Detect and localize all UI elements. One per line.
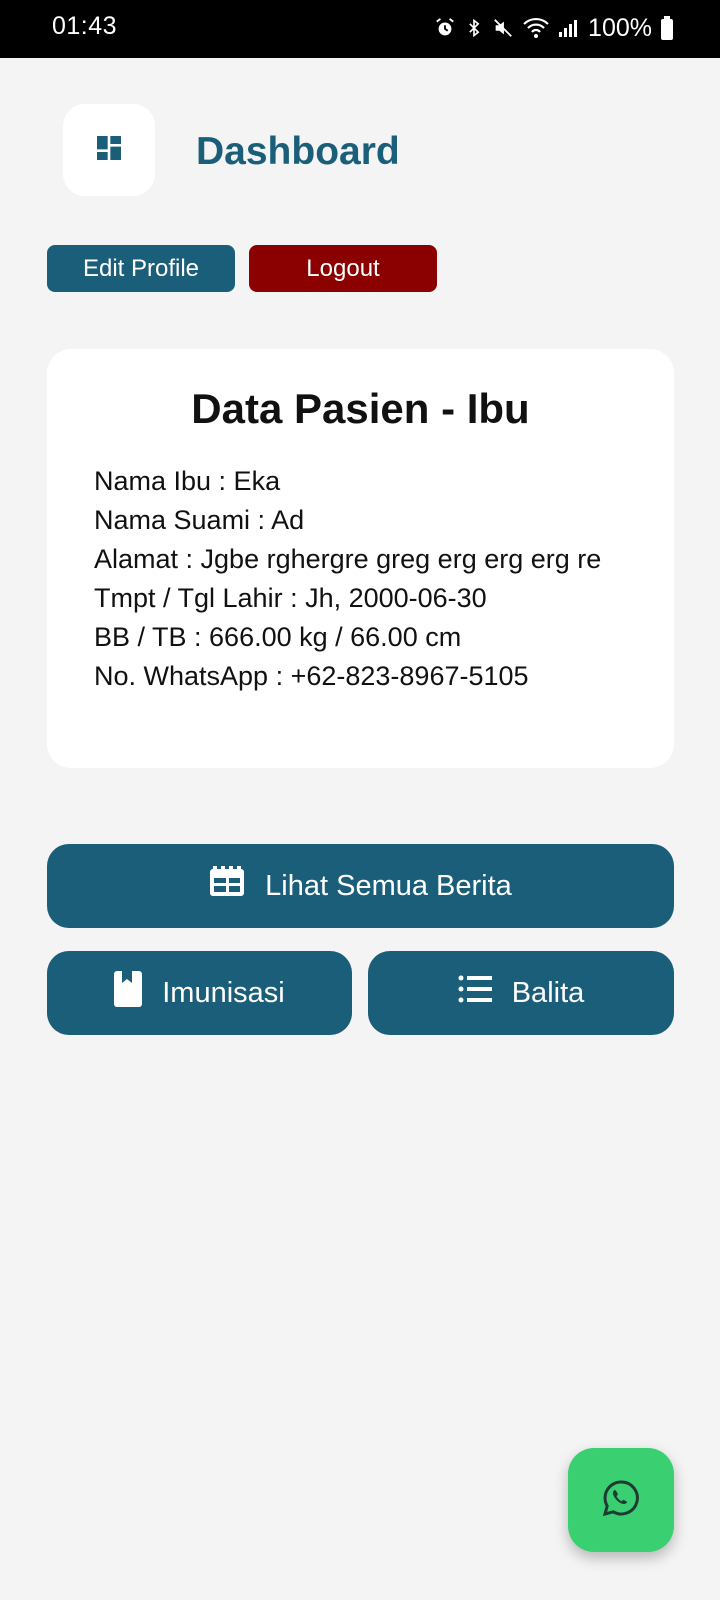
- bookmark-book-icon: [114, 971, 143, 1015]
- dashboard-icon: [93, 132, 125, 169]
- balita-label: Balita: [511, 976, 585, 1009]
- newspaper-icon: [209, 866, 245, 906]
- alarm-icon: [434, 17, 456, 39]
- patient-details: Nama Ibu : Eka Nama Suami : Ad Alamat : …: [94, 464, 614, 698]
- page-title: Dashboard: [196, 130, 400, 173]
- mute-icon: [492, 17, 514, 39]
- bluetooth-icon: [464, 17, 484, 39]
- edit-profile-button[interactable]: Edit Profile: [47, 245, 235, 292]
- birth-place-date: Tmpt / Tgl Lahir : Jh, 2000-06-30: [94, 583, 487, 613]
- dashboard-icon-tile: [63, 104, 155, 196]
- imunisasi-button[interactable]: Imunisasi: [47, 951, 352, 1035]
- battery-icon: [660, 16, 674, 40]
- mother-name: Nama Ibu : Eka: [94, 466, 281, 496]
- signal-icon: [558, 18, 578, 38]
- imunisasi-label: Imunisasi: [162, 976, 285, 1009]
- whatsapp-icon: [601, 1478, 641, 1523]
- husband-name: Nama Suami : Ad: [94, 505, 305, 535]
- whatsapp-number: No. WhatsApp : +62-823-8967-5105: [94, 661, 529, 691]
- balita-button[interactable]: Balita: [368, 951, 674, 1035]
- wifi-icon: [522, 17, 550, 39]
- logout-button[interactable]: Logout: [249, 245, 437, 292]
- status-icons: 100%: [434, 10, 674, 46]
- whatsapp-fab-button[interactable]: [568, 1448, 674, 1552]
- status-bar: 01:43 100%: [0, 0, 720, 58]
- list-icon: [458, 975, 492, 1011]
- status-time: 01:43: [52, 12, 118, 40]
- weight-height: BB / TB : 666.00 kg / 66.00 cm: [94, 622, 462, 652]
- view-all-news-label: Lihat Semua Berita: [265, 869, 512, 902]
- battery-percent: 100%: [588, 13, 652, 42]
- address: Alamat : Jgbe rghergre greg erg erg erg …: [94, 544, 602, 574]
- patient-data-card: Data Pasien - Ibu Nama Ibu : Eka Nama Su…: [47, 349, 674, 768]
- card-title: Data Pasien - Ibu: [191, 385, 530, 432]
- view-all-news-button[interactable]: Lihat Semua Berita: [47, 844, 674, 928]
